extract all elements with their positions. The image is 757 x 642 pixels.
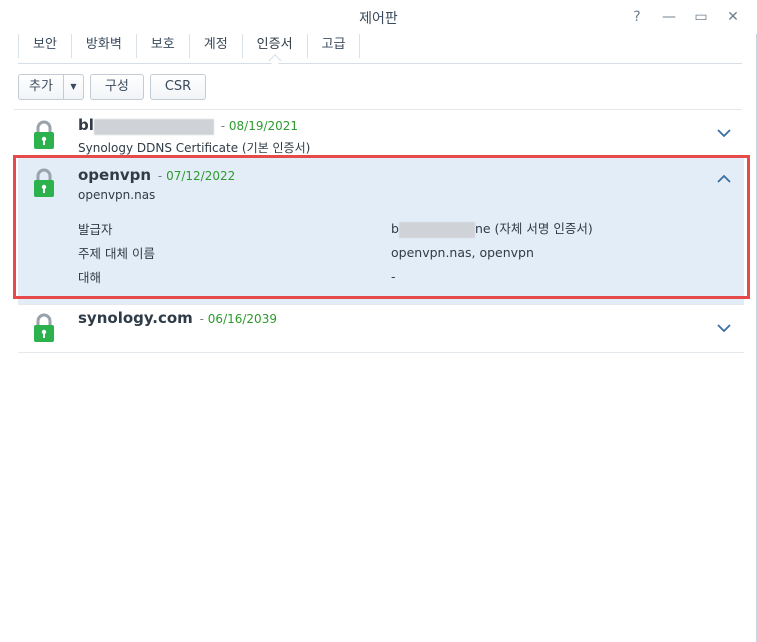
tab-certificate[interactable]: 인증서 — [243, 34, 308, 58]
issuer-label: 발급자 — [78, 221, 113, 237]
configure-button[interactable]: 구성 — [89, 74, 144, 100]
chevron-up-icon[interactable] — [716, 172, 732, 188]
certificate-row-selected[interactable]: openvpn - 07/12/2022 openvpn.nas 발급자 b ne… — [18, 156, 744, 305]
lock-icon — [34, 313, 54, 342]
tab-security[interactable]: 보안 — [18, 34, 72, 58]
certificate-row[interactable]: bl - 08/19/2021 Synology DDNS Certificat… — [18, 110, 744, 156]
caret-down-icon: ▼ — [70, 82, 77, 91]
certificate-name: synology.com — [78, 309, 193, 327]
add-button[interactable]: 추가 — [18, 74, 64, 100]
tab-protection[interactable]: 보호 — [137, 34, 190, 58]
certificate-subtitle: Synology DDNS Certificate (기본 인증서) — [78, 140, 311, 155]
certificate-date: 06/16/2039 — [207, 312, 277, 326]
san-label: 주제 대체 이름 — [78, 245, 155, 261]
close-icon[interactable]: ✕ — [722, 6, 744, 28]
toolbar: 추가 ▼ 구성 CSR — [18, 74, 207, 101]
san-value: openvpn.nas, openvpn — [391, 244, 534, 260]
certificate-date: 08/19/2021 — [228, 119, 299, 133]
tab-firewall[interactable]: 방화벽 — [72, 34, 137, 58]
title-bar: 제어판 ? — ▭ ✕ — [0, 0, 757, 34]
maximize-icon[interactable]: ▭ — [690, 6, 712, 28]
certificate-details: 발급자 b ne (자체 서명 인증서) 주제 대체 이름 openvpn.nas… — [78, 216, 744, 304]
certificate-list: bl - 08/19/2021 Synology DDNS Certificat… — [18, 110, 744, 353]
tab-bar: 보안 방화벽 보호 계정 인증서 고급 — [18, 34, 742, 64]
chevron-down-icon[interactable] — [716, 126, 732, 142]
used-for-label: 대해 — [78, 269, 102, 285]
used-for-value: - — [391, 268, 396, 284]
certificate-name: bl — [78, 116, 94, 134]
csr-button[interactable]: CSR — [149, 74, 207, 100]
help-icon[interactable]: ? — [626, 6, 648, 28]
certificate-name: openvpn — [78, 166, 152, 184]
minimize-icon[interactable]: — — [658, 6, 680, 28]
certificate-row[interactable]: synology.com - 06/16/2039 — [18, 305, 744, 353]
add-dropdown-button[interactable]: ▼ — [63, 74, 84, 100]
lock-icon — [34, 120, 54, 149]
chevron-down-icon[interactable] — [716, 321, 732, 337]
redacted-name — [93, 118, 214, 135]
tab-advanced[interactable]: 고급 — [308, 34, 361, 58]
add-split-button: 추가 ▼ — [18, 74, 84, 101]
certificate-subtitle: openvpn.nas — [78, 188, 156, 202]
lock-icon — [34, 168, 54, 197]
issuer-value: b ne (자체 서명 인증서) — [391, 221, 593, 238]
certificate-date: 07/12/2022 — [166, 169, 236, 183]
redacted-issuer — [398, 221, 475, 238]
tab-account[interactable]: 계정 — [190, 34, 243, 58]
control-panel-window: 제어판 ? — ▭ ✕ 보안 방화벽 보호 계정 인증서 고급 추가 ▼ 구성 … — [0, 0, 757, 642]
